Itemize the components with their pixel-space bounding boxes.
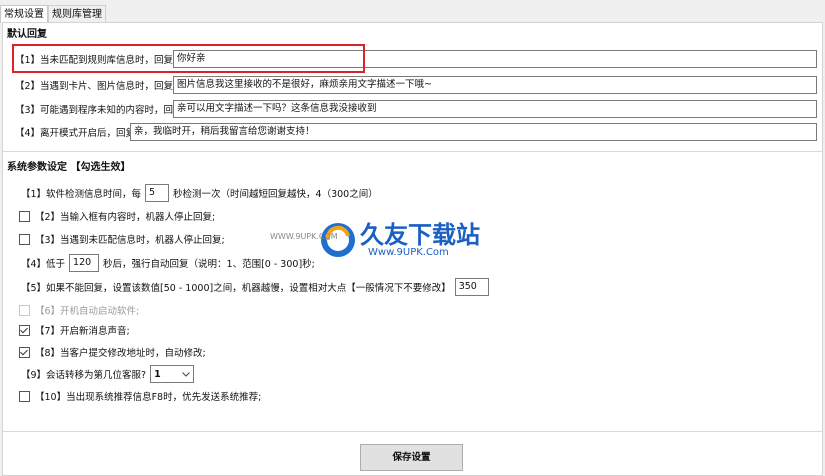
param-5-value-input[interactable]: 350 — [454, 278, 489, 296]
agent-position-select[interactable]: 1 — [150, 365, 195, 383]
param-2[interactable]: 【2】当输入框有内容时，机器人停止回复; — [19, 207, 215, 225]
param-4-seconds-input[interactable]: 120 — [69, 254, 100, 272]
param-3-checkbox[interactable] — [19, 233, 30, 245]
reply-input-4[interactable]: 亲，我临时开，稍后我留言给您谢谢支持！ — [130, 123, 817, 141]
param-2-label: 【2】当输入框有内容时，机器人停止回复; — [35, 212, 216, 223]
param-10[interactable]: 【10】当出现系统推荐信息F8时，优先发送系统推荐; — [19, 387, 261, 405]
param-1-seconds-input[interactable]: 5 — [145, 184, 170, 202]
param-8[interactable]: 【8】当客户提交修改地址时，自动修改; — [19, 343, 206, 361]
highlight-box — [12, 44, 365, 73]
param-9: 【9】会话转移为第几位客服? 1 — [21, 365, 195, 383]
param-1-prefix: 【1】软件检测信息时间，每 — [21, 189, 142, 200]
param-7[interactable]: 【7】开启新消息声音; — [19, 321, 130, 339]
param-8-label: 【8】当客户提交修改地址时，自动修改; — [35, 348, 206, 359]
param-7-label: 【7】开启新消息声音; — [35, 326, 130, 337]
watermark-url: Www.9UPK.Com — [368, 247, 449, 258]
reply-row-3: 【3】可能遇到程序未知的内容时，回复 — [15, 100, 183, 118]
agent-position-value: 1 — [154, 368, 161, 380]
watermark-left-url: WWW.9UPK.COM — [270, 232, 338, 241]
tab-general-settings[interactable]: 常规设置 — [0, 5, 48, 23]
divider — [3, 431, 822, 432]
divider — [3, 151, 822, 152]
system-params-title: 系统参数设定 【勾选生效】 — [7, 162, 131, 173]
param-3[interactable]: 【3】当遇到未匹配信息时，机器人停止回复; — [19, 230, 225, 248]
reply-row-4: 【4】离开模式开启后，回复 — [15, 123, 135, 141]
param-10-label: 【10】当出现系统推荐信息F8时，优先发送系统推荐; — [35, 392, 262, 403]
param-1: 【1】软件检测信息时间，每 5 秒检测一次（时间越短回复越快，4（300之间） — [21, 184, 378, 202]
watermark: WWW.9UPK.COM 久友下载站 Www.9UPK.Com — [270, 213, 505, 267]
param-9-label: 【9】会话转移为第几位客服? — [21, 370, 147, 381]
param-5: 【5】如果不能回复，设置该数值[50 - 1000]之间，机器越慢，设置相对大点… — [21, 278, 493, 296]
save-settings-button[interactable]: 保存设置 — [360, 444, 463, 471]
reply-row-2: 【2】当遇到卡片、图片信息时，回复 — [15, 76, 173, 94]
param-7-checkbox[interactable] — [19, 324, 30, 336]
param-4-prefix: 【4】低于 — [21, 259, 66, 270]
reply-input-2[interactable]: 图片信息我这里接收的不是很好，麻烦亲用文字描述一下哦~ — [173, 76, 817, 94]
reply-label-2: 【2】当遇到卡片、图片信息时，回复 — [15, 81, 174, 92]
tab-bar: 常规设置 规则库管理 — [0, 5, 106, 23]
reply-label-4: 【4】离开模式开启后，回复 — [15, 128, 136, 139]
chevron-down-icon — [182, 371, 190, 377]
param-2-checkbox[interactable] — [19, 210, 30, 222]
param-8-checkbox[interactable] — [19, 346, 30, 358]
param-6-checkbox — [19, 304, 30, 316]
param-10-checkbox[interactable] — [19, 390, 30, 402]
reply-input-3[interactable]: 亲可以用文字描述一下吗？这条信息我没接收到 — [173, 100, 817, 118]
default-reply-title: 默认回复 — [7, 29, 47, 40]
tab-rule-library[interactable]: 规则库管理 — [48, 5, 106, 23]
param-6-label: 【6】开机自动启动软件; — [35, 306, 140, 317]
param-1-suffix: 秒检测一次（时间越短回复越快，4（300之间） — [173, 189, 378, 200]
param-6: 【6】开机自动启动软件; — [19, 301, 139, 319]
reply-label-3: 【3】可能遇到程序未知的内容时，回复 — [15, 105, 183, 116]
param-5-label: 【5】如果不能回复，设置该数值[50 - 1000]之间，机器越慢，设置相对大点… — [21, 283, 451, 294]
watermark-title: 久友下载站 — [360, 221, 480, 249]
param-3-label: 【3】当遇到未匹配信息时，机器人停止回复; — [35, 235, 225, 246]
